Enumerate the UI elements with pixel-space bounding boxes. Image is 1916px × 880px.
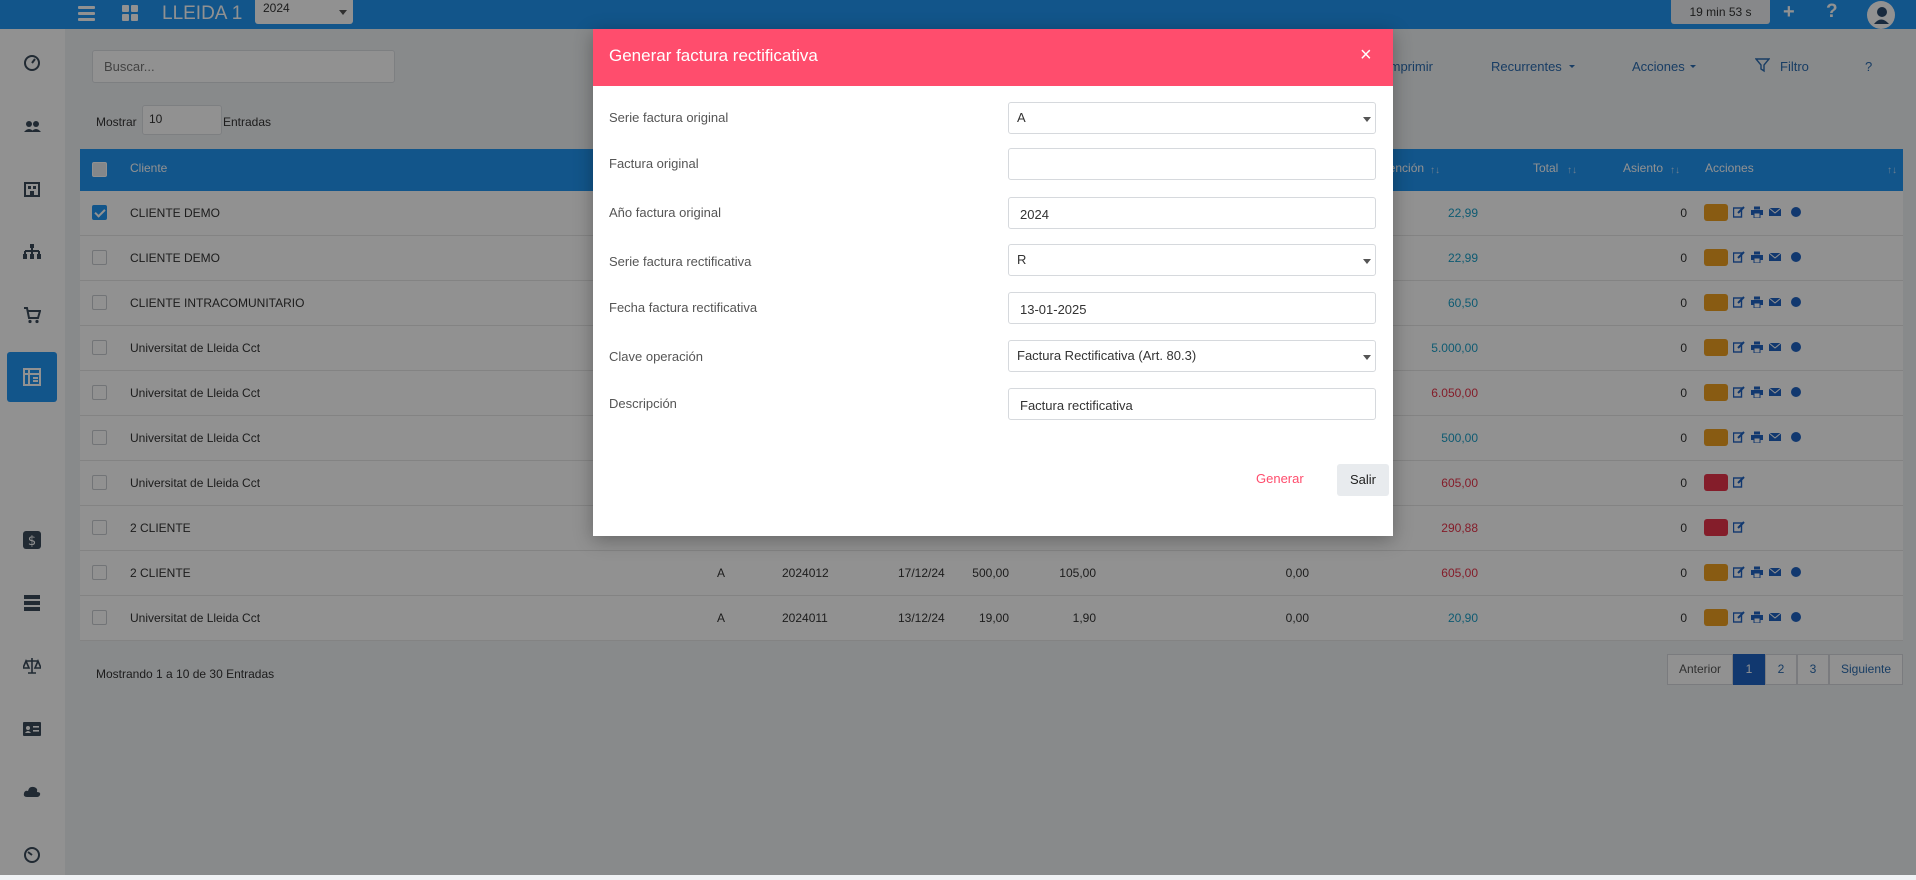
chevron-down-icon (1363, 259, 1371, 264)
label-original-series: Serie factura original (609, 110, 729, 125)
generate-button[interactable]: Generar (1256, 471, 1304, 486)
dialog-header: Generar factura rectificativa × (593, 29, 1393, 86)
corrective-invoice-dialog: Generar factura rectificativa × Serie fa… (593, 29, 1393, 536)
chevron-down-icon (1363, 355, 1371, 360)
corrective-date-value: 13-01-2025 (1020, 302, 1087, 317)
exit-button[interactable]: Salir (1337, 464, 1389, 496)
label-original-invoice: Factura original (609, 156, 699, 171)
description-value: Factura rectificativa (1020, 398, 1133, 413)
operation-key-value: Factura Rectificativa (Art. 80.3) (1017, 348, 1197, 363)
close-icon[interactable]: × (1360, 45, 1372, 65)
label-operation-key: Clave operación (609, 349, 703, 364)
operation-key-select[interactable]: Factura Rectificativa (Art. 80.3) (1008, 340, 1376, 372)
original-year-value: 2024 (1020, 207, 1049, 222)
label-corrective-date: Fecha factura rectificativa (609, 300, 758, 315)
corrective-series-value: R (1017, 252, 1027, 267)
description-input[interactable]: Factura rectificativa (1008, 388, 1376, 420)
chevron-down-icon (1363, 117, 1371, 122)
corrective-series-select[interactable]: R (1008, 244, 1376, 276)
label-description: Descripción (609, 396, 677, 411)
original-series-value: A (1017, 110, 1026, 125)
dialog-title: Generar factura rectificativa (609, 46, 818, 65)
original-year-input[interactable]: 2024 (1008, 197, 1376, 229)
original-series-select[interactable]: A (1008, 102, 1376, 134)
label-corrective-series: Serie factura rectificativa (609, 254, 752, 269)
corrective-date-input[interactable]: 13-01-2025 (1008, 292, 1376, 324)
original-invoice-input[interactable] (1008, 148, 1376, 180)
label-original-year: Año factura original (609, 205, 722, 220)
